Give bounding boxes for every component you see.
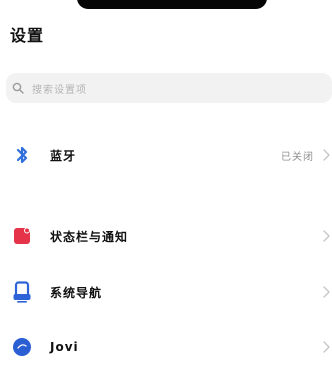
- settings-item-label: 状态栏与通知: [50, 229, 129, 244]
- settings-item-system-navigation[interactable]: 系统导航: [0, 272, 332, 312]
- jovi-icon: [12, 337, 32, 357]
- chevron-right-icon: [323, 230, 330, 242]
- bluetooth-icon: [12, 145, 32, 165]
- page-title: 设置: [10, 26, 45, 45]
- settings-item-label: 蓝牙: [50, 148, 77, 163]
- chevron-right-icon: [323, 341, 330, 353]
- status-value: 已关闭: [281, 151, 314, 163]
- navigation-icon: [12, 281, 32, 303]
- search-input[interactable]: 搜索设置项: [6, 73, 332, 103]
- chevron-right-icon: [323, 149, 330, 161]
- chevron-right-icon: [323, 286, 330, 298]
- settings-item-jovi[interactable]: Jovi: [0, 327, 332, 367]
- section-divider: [0, 183, 332, 203]
- notification-icon: [12, 226, 32, 246]
- settings-item-statusbar-notifications[interactable]: 状态栏与通知: [0, 216, 332, 256]
- search-placeholder: 搜索设置项: [32, 84, 87, 96]
- settings-item-bluetooth[interactable]: 蓝牙 已关闭: [0, 135, 332, 175]
- settings-item-label: 系统导航: [50, 285, 103, 300]
- search-icon: [12, 82, 24, 94]
- camera-notch: [77, 0, 267, 9]
- settings-item-label: Jovi: [50, 340, 79, 354]
